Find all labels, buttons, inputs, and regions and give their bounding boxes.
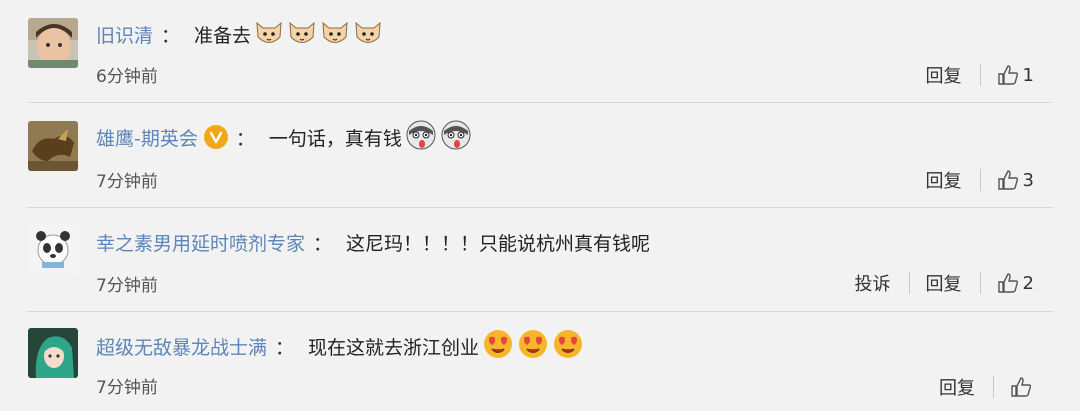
like-button[interactable]: 1 <box>997 64 1034 86</box>
like-count: 1 <box>1022 64 1034 86</box>
colon: ： <box>235 127 255 150</box>
comment-text: 准备去 <box>194 24 252 47</box>
like-button[interactable] <box>1010 376 1036 398</box>
comment-text: 现在这就去浙江创业 <box>308 336 480 359</box>
action-divider <box>979 169 981 191</box>
thumbs-up-icon <box>1011 377 1032 397</box>
comment-time: 7分钟前 <box>96 378 158 398</box>
comment-item: 旧识清 ： 准备去 6分钟前 回复 1 <box>0 0 1080 103</box>
action-divider <box>908 272 910 294</box>
comment-time: 6分钟前 <box>96 67 158 87</box>
comment-line: 幸之素男用延时喷剂专家 ： 这尼玛！！！！只能说杭州真有钱呢 <box>96 222 650 262</box>
avatar[interactable] <box>28 328 78 378</box>
comment-line: 雄鹰-期英会 ： 一句话，真有钱 <box>96 117 472 157</box>
comment-text: 这尼玛！！！！只能说杭州真有钱呢 <box>346 232 651 255</box>
username-link[interactable]: 雄鹰-期英会 <box>96 124 198 151</box>
verified-badge-icon <box>203 125 228 149</box>
action-divider <box>979 272 981 294</box>
comment-actions: 回复 <box>939 372 1080 402</box>
comment-actions: 回复 3 <box>926 165 1080 195</box>
avatar[interactable] <box>28 224 78 274</box>
thumbs-up-icon <box>997 65 1018 85</box>
like-count: 3 <box>1022 169 1034 191</box>
like-button[interactable]: 3 <box>997 169 1034 191</box>
comment-text: 一句话，真有钱 <box>268 127 402 150</box>
avatar[interactable] <box>28 121 78 171</box>
comment-line: 超级无敌暴龙战士满 ： 现在这就去浙江创业 <box>96 326 584 366</box>
username-link[interactable]: 幸之素男用延时喷剂专家 <box>96 229 305 256</box>
husky-tongue-icon <box>440 119 472 156</box>
report-button[interactable]: 投诉 <box>855 270 891 296</box>
comment-time: 7分钟前 <box>96 276 158 296</box>
colon: ： <box>161 24 181 47</box>
comment-item: 幸之素男用延时喷剂专家 ： 这尼玛！！！！只能说杭州真有钱呢 7分钟前 投诉 回… <box>0 208 1080 312</box>
cat-face-icon <box>320 17 350 52</box>
reply-button[interactable]: 回复 <box>926 270 962 296</box>
comment-actions: 投诉 回复 2 <box>855 268 1080 298</box>
comment-list: 旧识清 ： 准备去 6分钟前 回复 1 雄鹰-期英会 ： 一句话，真有钱 7分钟… <box>0 0 1080 411</box>
like-count: 2 <box>1022 272 1034 294</box>
husky-tongue-icon <box>405 119 437 156</box>
cat-face-icon <box>353 17 383 52</box>
cat-face-icon <box>254 17 284 52</box>
cat-face-icon <box>287 17 317 52</box>
colon: ： <box>275 336 295 359</box>
username-link[interactable]: 超级无敌暴龙战士满 <box>96 333 267 360</box>
comment-item: 超级无敌暴龙战士满 ： 现在这就去浙江创业 7分钟前 回复 <box>0 312 1080 411</box>
comment-line: 旧识清 ： 准备去 <box>96 14 383 54</box>
like-button[interactable]: 2 <box>997 272 1034 294</box>
comment-actions: 回复 1 <box>926 60 1080 90</box>
thumbs-up-icon <box>997 273 1018 293</box>
action-divider <box>993 376 994 398</box>
username-link[interactable]: 旧识清 <box>96 21 153 48</box>
reply-button[interactable]: 回复 <box>926 62 962 88</box>
heart-eyes-icon <box>517 328 549 365</box>
avatar[interactable] <box>28 18 78 68</box>
reply-button[interactable]: 回复 <box>939 374 975 400</box>
heart-eyes-icon <box>552 328 584 365</box>
comment-time: 7分钟前 <box>96 172 158 192</box>
thumbs-up-icon <box>997 170 1018 190</box>
heart-eyes-icon <box>482 328 514 365</box>
reply-button[interactable]: 回复 <box>926 167 962 193</box>
action-divider <box>979 64 981 86</box>
colon: ： <box>313 232 333 255</box>
comment-item: 雄鹰-期英会 ： 一句话，真有钱 7分钟前 回复 3 <box>0 103 1080 208</box>
